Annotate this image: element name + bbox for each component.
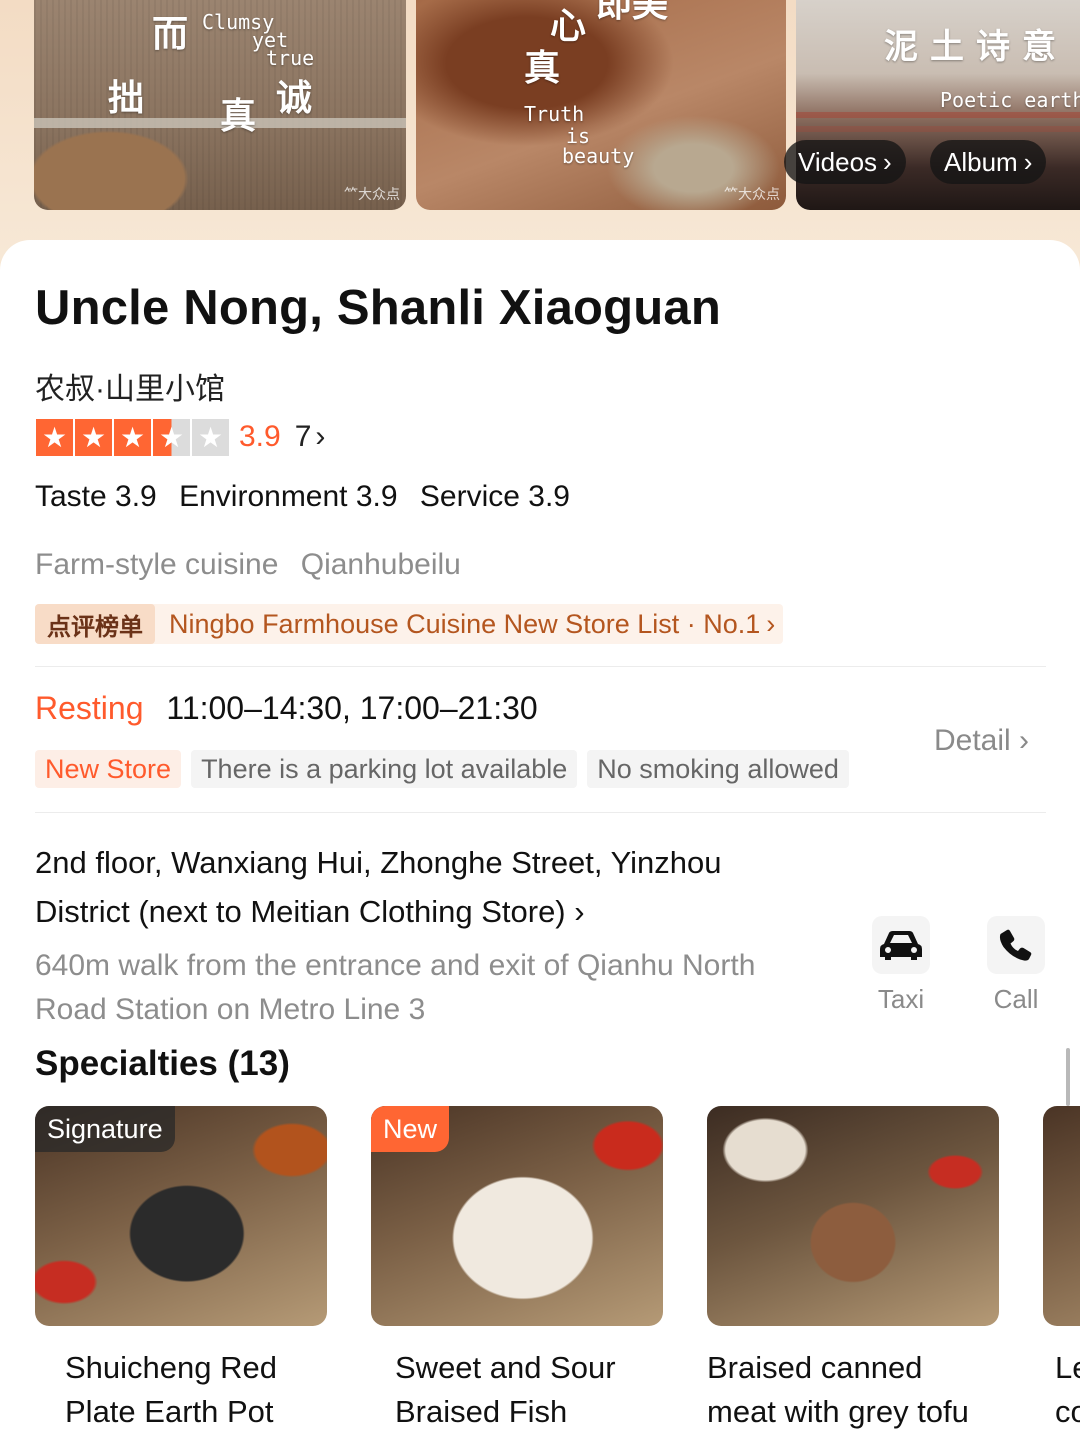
service-score: Service 3.9 bbox=[419, 480, 570, 513]
dish-name: Shuicheng Red Plate Earth Pot bbox=[65, 1350, 277, 1429]
dish-card[interactable]: Signature Shuicheng Red Plate Earth Pot bbox=[35, 1106, 327, 1434]
shop-info-card: Uncle Nong, Shanli Xiaoguan 农叔·山里小馆 ★ ★ … bbox=[0, 240, 1080, 1440]
taste-score: Taste 3.9 bbox=[35, 480, 157, 513]
dish-name: Le co bbox=[1055, 1350, 1080, 1429]
divider bbox=[35, 666, 1046, 667]
review-count[interactable]: 7 bbox=[295, 420, 312, 454]
call-label: Call bbox=[993, 984, 1039, 1014]
album-label: Album bbox=[944, 146, 1018, 177]
call-button[interactable]: Call bbox=[976, 916, 1056, 1015]
ranking-banner[interactable]: 点评榜单 Ningbo Farmhouse Cuisine New Store … bbox=[35, 604, 784, 644]
opening-hours: 11:00–14:30, 17:00–21:30 bbox=[166, 690, 538, 726]
videos-label: Videos bbox=[798, 146, 878, 177]
star-icon: ★ bbox=[75, 418, 112, 456]
car-icon bbox=[872, 916, 930, 974]
photo-caption-zh: 诚 bbox=[276, 77, 313, 119]
photo-gallery[interactable]: 而 拙 真 诚 Clumsy yet true ⺮大众点 心 真 即美 Trut… bbox=[0, 0, 1080, 260]
star-icon: ★ bbox=[36, 418, 73, 456]
star-icon: ★ bbox=[114, 418, 151, 456]
area-name: Qianhubeilu bbox=[300, 548, 461, 581]
dish-card[interactable]: Le co bbox=[1043, 1106, 1080, 1434]
detail-label: Detail bbox=[934, 724, 1011, 757]
photo-caption-zh: 心 bbox=[550, 5, 587, 47]
empty-star-icon: ★ bbox=[192, 418, 229, 456]
rating-score: 3.9 bbox=[239, 420, 281, 453]
scroll-indicator bbox=[1066, 1048, 1070, 1106]
feature-tags: New Store There is a parking lot availab… bbox=[35, 750, 859, 788]
tag-new-store: New Store bbox=[35, 750, 182, 788]
shop-name: Uncle Nong, Shanli Xiaoguan bbox=[35, 281, 722, 335]
dish-photo: New bbox=[371, 1106, 663, 1326]
ranking-text: Ningbo Farmhouse Cuisine New Store List … bbox=[169, 608, 761, 639]
photo-caption-en: true bbox=[266, 46, 315, 70]
photo-caption-en: is bbox=[566, 124, 591, 148]
chevron-right-icon: › bbox=[315, 420, 326, 453]
photo-caption-zh: 而 bbox=[152, 13, 189, 55]
dish-photo bbox=[1043, 1106, 1080, 1326]
watermark: ⺮大众点 bbox=[344, 186, 400, 202]
chevron-right-icon: › bbox=[574, 894, 585, 929]
ranking-badge: 点评榜单 bbox=[35, 604, 155, 644]
dish-photo bbox=[707, 1106, 999, 1326]
specialties-title: Specialties (13) bbox=[35, 1044, 290, 1083]
gallery-photo-2[interactable]: 心 真 即美 Truth is beauty ⺮大众点 bbox=[416, 0, 786, 210]
sub-scores: Taste 3.9 Environment 3.9 Service 3.9 bbox=[35, 480, 584, 514]
cuisine-category: Farm-style cuisine bbox=[35, 548, 279, 581]
phone-icon bbox=[987, 916, 1045, 974]
divider bbox=[35, 812, 1046, 813]
new-badge: New bbox=[371, 1106, 450, 1152]
photo-caption-zh: 真 bbox=[220, 95, 257, 137]
half-star-icon: ★ bbox=[153, 418, 190, 456]
videos-button[interactable]: Videos › bbox=[784, 140, 906, 184]
taxi-button[interactable]: Taxi bbox=[861, 916, 941, 1015]
environment-score: Environment 3.9 bbox=[179, 480, 398, 513]
chevron-right-icon: › bbox=[1019, 724, 1030, 757]
photo-caption-zh: 真 bbox=[524, 47, 561, 89]
album-button[interactable]: Album › bbox=[930, 140, 1047, 184]
chevron-right-icon: › bbox=[883, 146, 892, 177]
taxi-label: Taxi bbox=[877, 984, 925, 1014]
detail-link[interactable]: Detail › bbox=[934, 724, 1029, 758]
dish-name: Braised canned meat with grey tofu bbox=[707, 1350, 969, 1429]
photo-caption-en: Poetic earth bbox=[940, 88, 1080, 112]
dish-photo: Signature bbox=[35, 1106, 327, 1326]
dish-name: Sweet and Sour Braised Fish bbox=[395, 1350, 616, 1429]
watermark: ⺮大众点 bbox=[724, 186, 780, 202]
chevron-right-icon: › bbox=[766, 608, 776, 639]
address-link[interactable]: 2nd floor, Wanxiang Hui, Zhonghe Street,… bbox=[35, 838, 775, 936]
shop-name-chinese: 农叔·山里小馆 bbox=[35, 373, 225, 406]
tag-parking: There is a parking lot available bbox=[191, 750, 578, 788]
signature-badge: Signature bbox=[35, 1106, 175, 1152]
chevron-right-icon: › bbox=[1023, 146, 1033, 177]
business-hours[interactable]: Resting 11:00–14:30, 17:00–21:30 bbox=[35, 690, 538, 727]
status-badge: Resting bbox=[35, 690, 144, 726]
gallery-photo-1[interactable]: 而 拙 真 诚 Clumsy yet true ⺮大众点 bbox=[34, 0, 406, 210]
dish-card[interactable]: Braised canned meat with grey tofu bbox=[707, 1106, 999, 1434]
rating-row[interactable]: ★ ★ ★ ★ ★ 3.9 7 › bbox=[36, 418, 325, 456]
photo-caption-zh: 即美 bbox=[596, 0, 669, 25]
photo-caption-en: Truth bbox=[524, 102, 585, 126]
tag-no-smoking: No smoking allowed bbox=[587, 750, 849, 788]
dish-card[interactable]: New Sweet and Sour Braised Fish bbox=[371, 1106, 663, 1434]
photo-caption-zh: 拙 bbox=[108, 77, 145, 119]
photo-caption-zh: 泥土诗意 bbox=[884, 27, 1068, 67]
category-line: Farm-style cuisine Qianhubeilu bbox=[35, 548, 475, 582]
metro-directions: 640m walk from the entrance and exit of … bbox=[35, 949, 756, 1026]
photo-caption-en: beauty bbox=[562, 144, 635, 168]
address-text: 2nd floor, Wanxiang Hui, Zhonghe Street,… bbox=[35, 845, 722, 929]
